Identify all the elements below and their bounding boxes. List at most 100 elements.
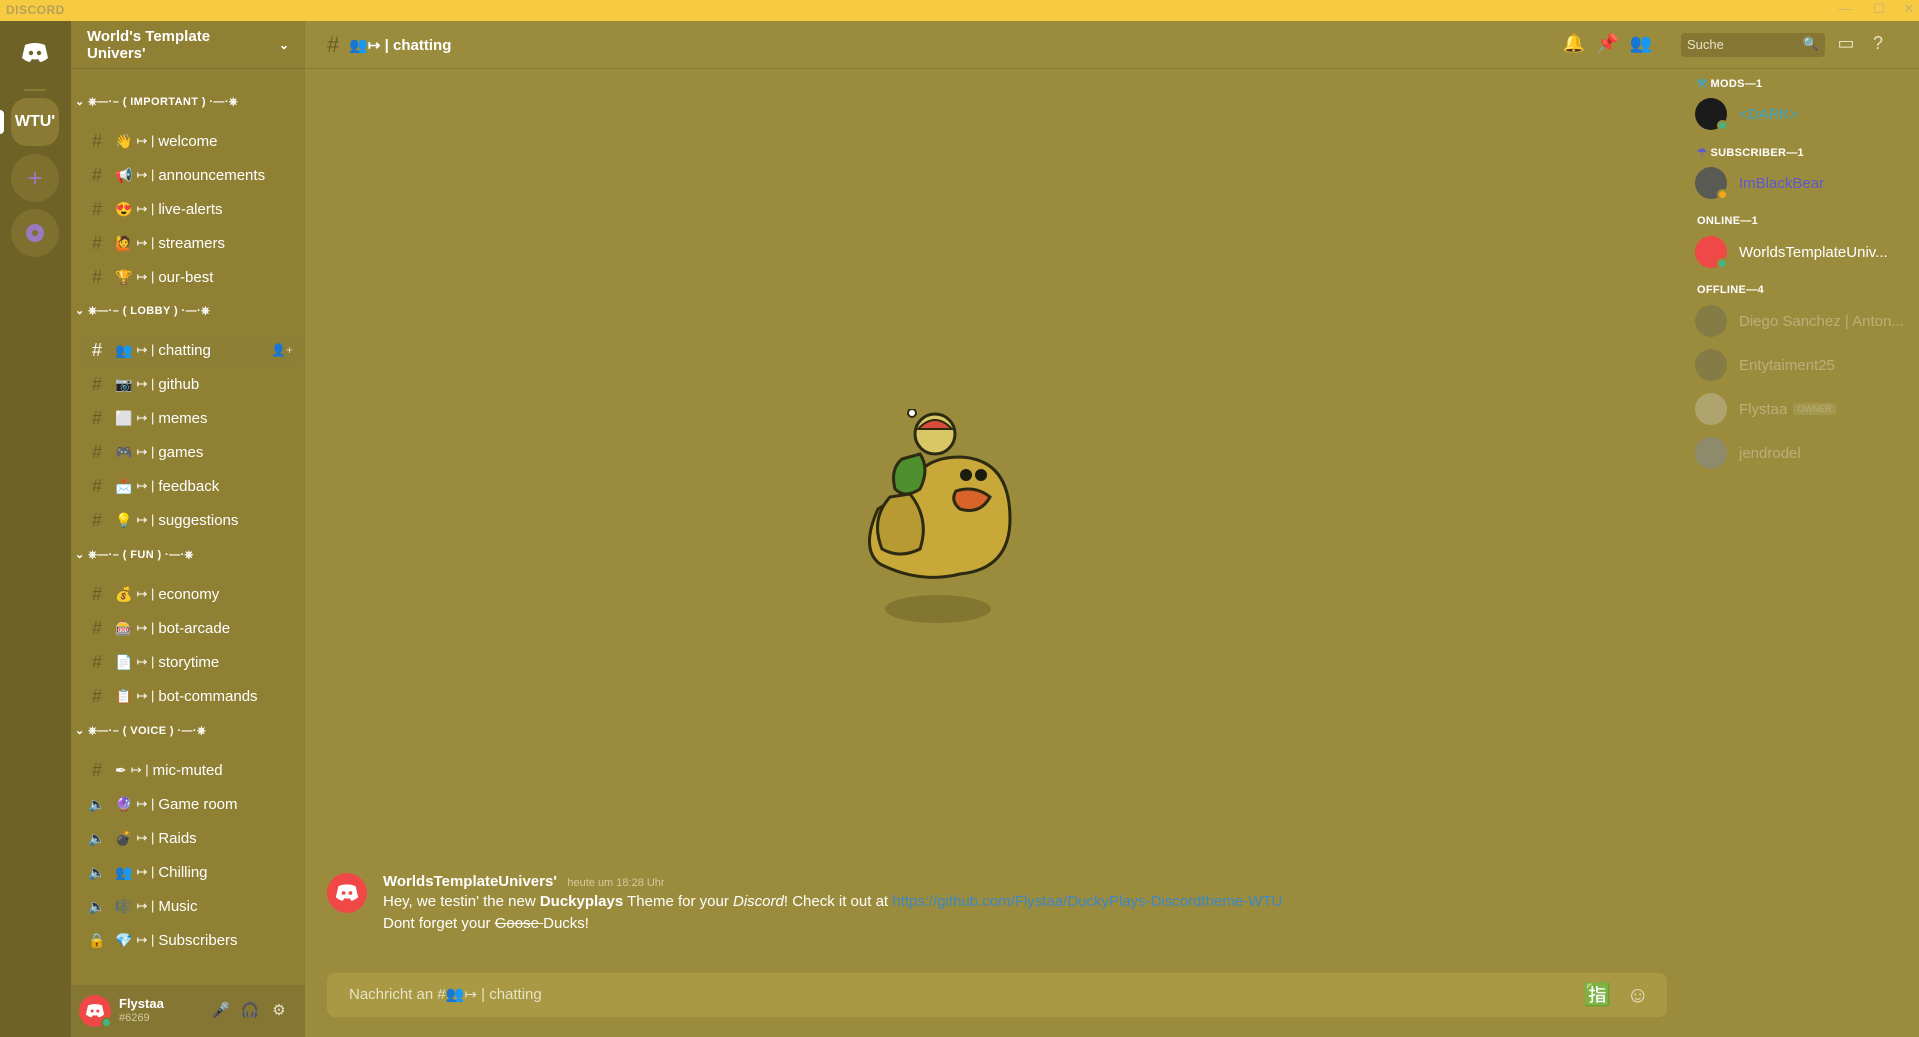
channel-item-suggestions[interactable]: # 💡 ↦ | suggestions (79, 504, 299, 536)
hashtag-icon: # (91, 685, 102, 706)
channel-item-announcements[interactable]: # 📢 ↦ | announcements (79, 159, 299, 191)
invite-user-icon[interactable]: 👤+ (271, 343, 293, 357)
title-bar: DISCORD — ☐ ✕ (0, 0, 1919, 21)
channel-item-github[interactable]: # 📷 ↦ | github (79, 368, 299, 400)
channel-item-bot-arcade[interactable]: # 🎰 ↦ | bot-arcade (79, 612, 299, 644)
channel-item-mic-muted[interactable]: # ✒ ↦ | mic-muted (79, 754, 299, 786)
user-tag: #6269 (119, 1012, 150, 1024)
hashtag-icon: # (91, 164, 102, 185)
member-item[interactable]: jendrodel (1695, 432, 1915, 474)
channel-item-memes[interactable]: # ⬜ ↦ | memes (79, 402, 299, 434)
member-item[interactable]: Entytaiment25 (1695, 344, 1915, 386)
hashtag-icon: # (327, 31, 340, 57)
member-item[interactable]: <DARK> (1695, 93, 1915, 135)
member-item[interactable]: Diego Sanchez | Anton... (1695, 300, 1915, 342)
speaker-icon: 🔈 (88, 795, 106, 812)
user-info: Flystaa #6269 (119, 996, 164, 1026)
server-header[interactable]: World's Template Univers' ⌄ (71, 21, 305, 69)
channel-item-games[interactable]: # 🎮 ↦ | games (79, 436, 299, 468)
channel-item-bot-commands[interactable]: # 📋 ↦ | bot-commands (79, 680, 299, 712)
member-item[interactable]: WorldsTemplateUniv... (1695, 231, 1915, 273)
settings-gear-icon[interactable]: ⚙ (269, 1001, 289, 1021)
bell-icon[interactable]: 🔔 (1562, 33, 1586, 57)
channel-prefix: ↦ | (136, 167, 155, 182)
member-item[interactable]: ImBlackBear (1695, 162, 1915, 204)
channel-prefix: ↦ | (136, 688, 155, 703)
maximize-button[interactable]: ☐ (1869, 1, 1889, 17)
category-header-voice[interactable]: ⌄ ⎈—·– ( VOICE ) ·—·⎈ (75, 724, 206, 738)
member-category-online: ONLINE—1 (1697, 215, 1758, 227)
channel-item-chatting[interactable]: # 👥 ↦ | chatting 👤+ (79, 334, 299, 366)
speaker-icon: 🔈 (88, 829, 106, 846)
plus-icon: + (27, 162, 43, 193)
channel-label: storytime (158, 653, 220, 671)
channel-label: Subscribers (158, 931, 238, 949)
message-text: ! Check it out at (783, 893, 893, 910)
channel-header: # 👥↦ | chatting 🔔 📌 👥 Suche 🔍 ▭ ? (305, 21, 1919, 69)
channel-item-raids[interactable]: 🔈 💣 ↦ | Raids (79, 822, 299, 854)
avatar[interactable] (79, 995, 112, 1028)
hashtag-icon: # (91, 232, 102, 253)
channel-emoji: 🙋 (115, 234, 133, 251)
category-header-lobby[interactable]: ⌄ ⎈—·– ( LOBBY ) ·—·⎈ (75, 304, 210, 318)
close-button[interactable]: ✕ (1899, 1, 1919, 17)
member-name: <DARK> (1739, 105, 1799, 123)
pin-icon[interactable]: 📌 (1596, 33, 1620, 57)
message-strikethrough: Goose (494, 915, 544, 932)
guild-separator (24, 89, 46, 91)
channel-emoji: 💰 (115, 585, 133, 602)
channel-item-streamers[interactable]: # 🙋 ↦ | streamers (79, 227, 299, 259)
members-icon[interactable]: 👥 (1629, 33, 1653, 57)
channel-prefix: ↦ | (136, 830, 155, 845)
microphone-icon[interactable]: 🎤 (211, 1001, 231, 1021)
channel-label: Game room (158, 795, 238, 813)
channel-item-economy[interactable]: # 💰 ↦ | economy (79, 578, 299, 610)
channel-prefix: ↦ | (136, 201, 155, 216)
headphones-icon[interactable]: 🎧 (240, 1001, 260, 1021)
channel-item-chilling[interactable]: 🔈 👥 ↦ | Chilling (79, 856, 299, 888)
member-item[interactable]: Flystaa OWNER (1695, 388, 1915, 430)
help-icon[interactable]: ? (1866, 33, 1890, 57)
channel-label: chatting (158, 341, 211, 359)
channel-title: 👥↦ | chatting (349, 36, 452, 54)
emoji-picker-icon[interactable]: ☺ (1627, 982, 1649, 1008)
channel-item-game-room[interactable]: 🔈 🔮 ↦ | Game room (79, 788, 299, 820)
explore-servers-button[interactable] (11, 209, 59, 257)
avatar[interactable] (327, 873, 367, 913)
inbox-icon[interactable]: ▭ (1834, 33, 1858, 57)
channel-item-subscribers[interactable]: 🔒 💎 ↦ | Subscribers (79, 924, 299, 956)
minimize-button[interactable]: — (1835, 1, 1855, 16)
channel-emoji: 👥 (115, 863, 133, 880)
add-server-button[interactable]: + (11, 154, 59, 202)
channel-prefix: ↦ | (136, 898, 155, 913)
channel-label: feedback (158, 477, 220, 495)
channel-label: Raids (158, 829, 197, 847)
search-icon: 🔍 (1802, 36, 1819, 51)
channel-label: live-alerts (158, 200, 223, 218)
channel-item-our-best[interactable]: # 🏆 ↦ | our-best (79, 261, 299, 293)
online-status-icon (1717, 120, 1728, 131)
message-author[interactable]: WorldsTemplateUnivers' (383, 873, 557, 890)
message-input[interactable]: Nachricht an #👥↦ | chatting 🈯 ☺ (327, 973, 1667, 1017)
channel-item-music[interactable]: 🔈 🎼 ↦ | Music (79, 890, 299, 922)
channel-item-live-alerts[interactable]: # 😍 ↦ | live-alerts (79, 193, 299, 225)
category-header-fun[interactable]: ⌄ ⎈—·– ( FUN ) ·—·⎈ (75, 548, 194, 562)
home-button[interactable] (11, 29, 59, 77)
discord-avatar-icon (85, 1004, 105, 1018)
search-input[interactable]: Suche 🔍 (1681, 33, 1825, 57)
category-header-important[interactable]: ⌄ ⎈—·– ( IMPORTANT ) ·—·⎈ (75, 95, 238, 109)
channel-emoji: 🔮 (115, 795, 133, 812)
message-link[interactable]: https://github.com/Flystaa/DuckyPlays-Di… (892, 893, 1282, 910)
channel-emoji: ⬜ (115, 409, 133, 426)
hashtag-icon: # (91, 339, 102, 360)
channel-label: announcements (158, 166, 266, 184)
member-name: Flystaa (1739, 400, 1788, 418)
message-content: WorldsTemplateUnivers' heute um 18:28 Uh… (383, 873, 1383, 935)
translate-icon[interactable]: 🈯 (1584, 982, 1611, 1008)
username: Flystaa (119, 996, 164, 1011)
channel-prefix: ↦ | (136, 342, 155, 357)
channel-item-welcome[interactable]: # 👋 ↦ | welcome (79, 125, 299, 157)
channel-item-storytime[interactable]: # 📄 ↦ | storytime (79, 646, 299, 678)
channel-item-feedback[interactable]: # 📩 ↦ | feedback (79, 470, 299, 502)
server-icon-wtu[interactable]: WTU' (11, 98, 59, 146)
